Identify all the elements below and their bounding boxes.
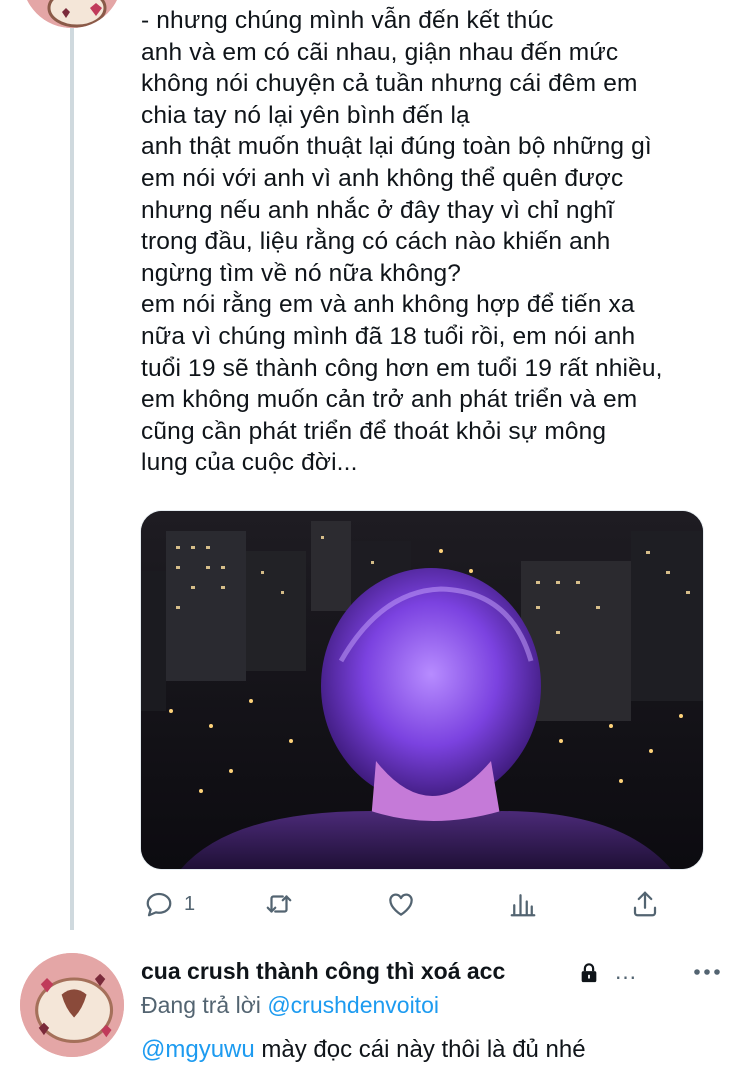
tweet-text-line: nữa vì chúng mình đã 18 tuổi rồi, em nói…: [141, 322, 636, 350]
replying-prefix: Đang trả lời: [141, 992, 261, 1018]
night-city-photo: [141, 511, 703, 869]
name-ellipsis: …: [614, 958, 638, 984]
tweet-text-line: lung của cuộc đời...: [141, 449, 358, 477]
retweet-button[interactable]: [264, 884, 294, 924]
like-button[interactable]: [386, 884, 416, 924]
reply-author-avatar[interactable]: [20, 953, 124, 1057]
author-avatar[interactable]: [22, 0, 122, 28]
tweet-text-line: - nhưng chúng mình vẫn đến kết thúc: [141, 7, 554, 34]
tweet-text: - nhưng chúng mình vẫn đến kết thúc anh v…: [141, 5, 741, 479]
tweet-text-line: trong đầu, liệu rằng có cách nào khiến a…: [141, 228, 611, 256]
tweet-text-line: em nói rằng em và anh không hợp để tiến …: [141, 291, 635, 319]
analytics-icon: [510, 894, 536, 917]
replying-handle-link[interactable]: @crushdenvoitoi: [267, 992, 439, 1018]
tweet-actions: 1: [0, 884, 750, 924]
more-icon[interactable]: [691, 962, 723, 982]
tweet-photo[interactable]: [140, 510, 704, 870]
replying-to: Đang trả lời @crushdenvoitoi: [141, 992, 439, 1019]
tweet-text-line: anh và em có cãi nhau, giận nhau đến mức: [141, 38, 619, 66]
like-icon: [389, 893, 413, 916]
tweet-text-line: anh thật muốn thuật lại đúng toàn bộ nhữ…: [141, 133, 652, 161]
thread-line: [70, 0, 74, 930]
tweet-text-line: ngừng tìm về nó nữa không?: [141, 259, 462, 287]
avatar-image: [20, 953, 124, 1057]
tweet-text-line: chia tay nó lại yên bình đến lạ: [141, 101, 470, 129]
reply-body: mày đọc cái này thôi là đủ nhé: [254, 1036, 586, 1063]
share-button[interactable]: [630, 884, 660, 924]
tweet-text-line: cũng cần phát triển để thoát khỏi sự môn…: [141, 417, 607, 445]
share-icon: [633, 891, 657, 917]
lock-icon: [581, 963, 597, 983]
tweet-text-line: không nói chuyện cả tuần nhưng cái đêm e…: [141, 70, 638, 98]
tweet-text-line: tuổi 19 sẽ thành công hơn em tuổi 19 rất…: [141, 354, 663, 382]
reply-icon: [146, 892, 172, 917]
reply-header: cua crush thành công thì xoá acc …: [141, 958, 741, 990]
reply-count: 1: [184, 892, 196, 915]
avatar-image: [22, 0, 122, 28]
mention-link[interactable]: @mgyuwu: [141, 1036, 255, 1063]
analytics-button[interactable]: [508, 884, 538, 924]
reply-text: @mgyuwu mày đọc cái này thôi là đủ nhé: [141, 1036, 586, 1064]
reply-button[interactable]: 1: [144, 884, 195, 924]
tweet-text-line: em không muốn cản trở anh phát triển và …: [141, 386, 638, 414]
retweet-icon: [266, 895, 292, 913]
reply-display-name[interactable]: cua crush thành công thì xoá acc: [141, 958, 505, 985]
tweet-text-line: em nói với anh vì anh không thể quên đượ…: [141, 164, 624, 192]
tweet-text-line: nhưng nếu anh nhắc ở đây thay vì chỉ ngh…: [141, 196, 615, 224]
